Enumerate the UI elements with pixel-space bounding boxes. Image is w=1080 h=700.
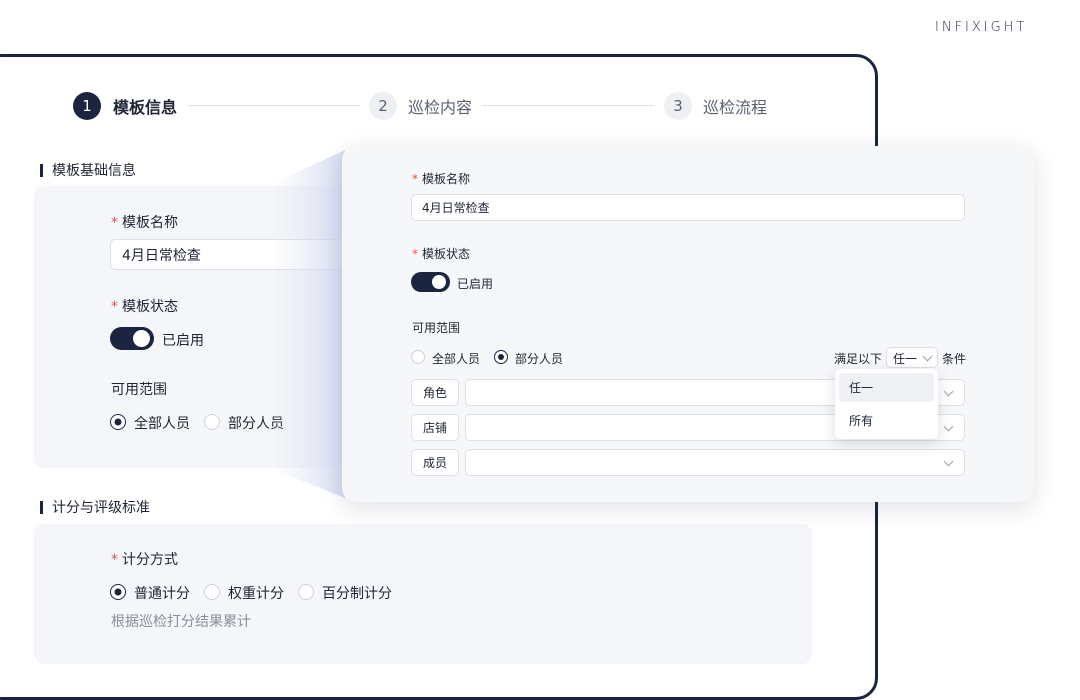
- chevron-down-icon: [922, 351, 933, 362]
- filter-store-tag: 店铺: [411, 414, 459, 441]
- condition-prefix: 满足以下: [834, 352, 883, 366]
- card-scope-partial-radio[interactable]: [494, 350, 508, 364]
- toggle-knob: [432, 275, 446, 289]
- card-scope-partial-label[interactable]: 部分人员: [515, 350, 563, 367]
- condition-suffix: 条件: [942, 352, 967, 366]
- filter-member-select[interactable]: [465, 449, 965, 476]
- condition-select[interactable]: 任一: [886, 347, 938, 368]
- dropdown-option-all[interactable]: 所有: [839, 406, 934, 435]
- card-scope-label: 可用范围: [412, 321, 461, 335]
- card-scope-all-radio[interactable]: [411, 350, 425, 364]
- dropdown-option-any[interactable]: 任一: [839, 373, 934, 402]
- filter-role-tag: 角色: [411, 379, 459, 406]
- card-name-label: * 模板名称: [412, 172, 471, 186]
- chevron-down-icon: [943, 456, 954, 467]
- card-scope-all-label[interactable]: 全部人员: [432, 350, 480, 367]
- condition-select-value: 任一: [893, 352, 918, 366]
- card-name-input[interactable]: 4月日常检查: [411, 194, 965, 221]
- card-status-text: 已启用: [457, 277, 494, 291]
- filter-member-tag: 成员: [411, 449, 459, 476]
- card-status-label: * 模板状态: [412, 247, 471, 261]
- required-mark: *: [412, 247, 418, 261]
- chevron-down-icon: [943, 421, 954, 432]
- required-mark: *: [412, 172, 418, 186]
- card-status-toggle[interactable]: [411, 272, 450, 292]
- chevron-down-icon: [943, 386, 954, 397]
- condition-dropdown-menu: 任一 所有: [835, 369, 938, 439]
